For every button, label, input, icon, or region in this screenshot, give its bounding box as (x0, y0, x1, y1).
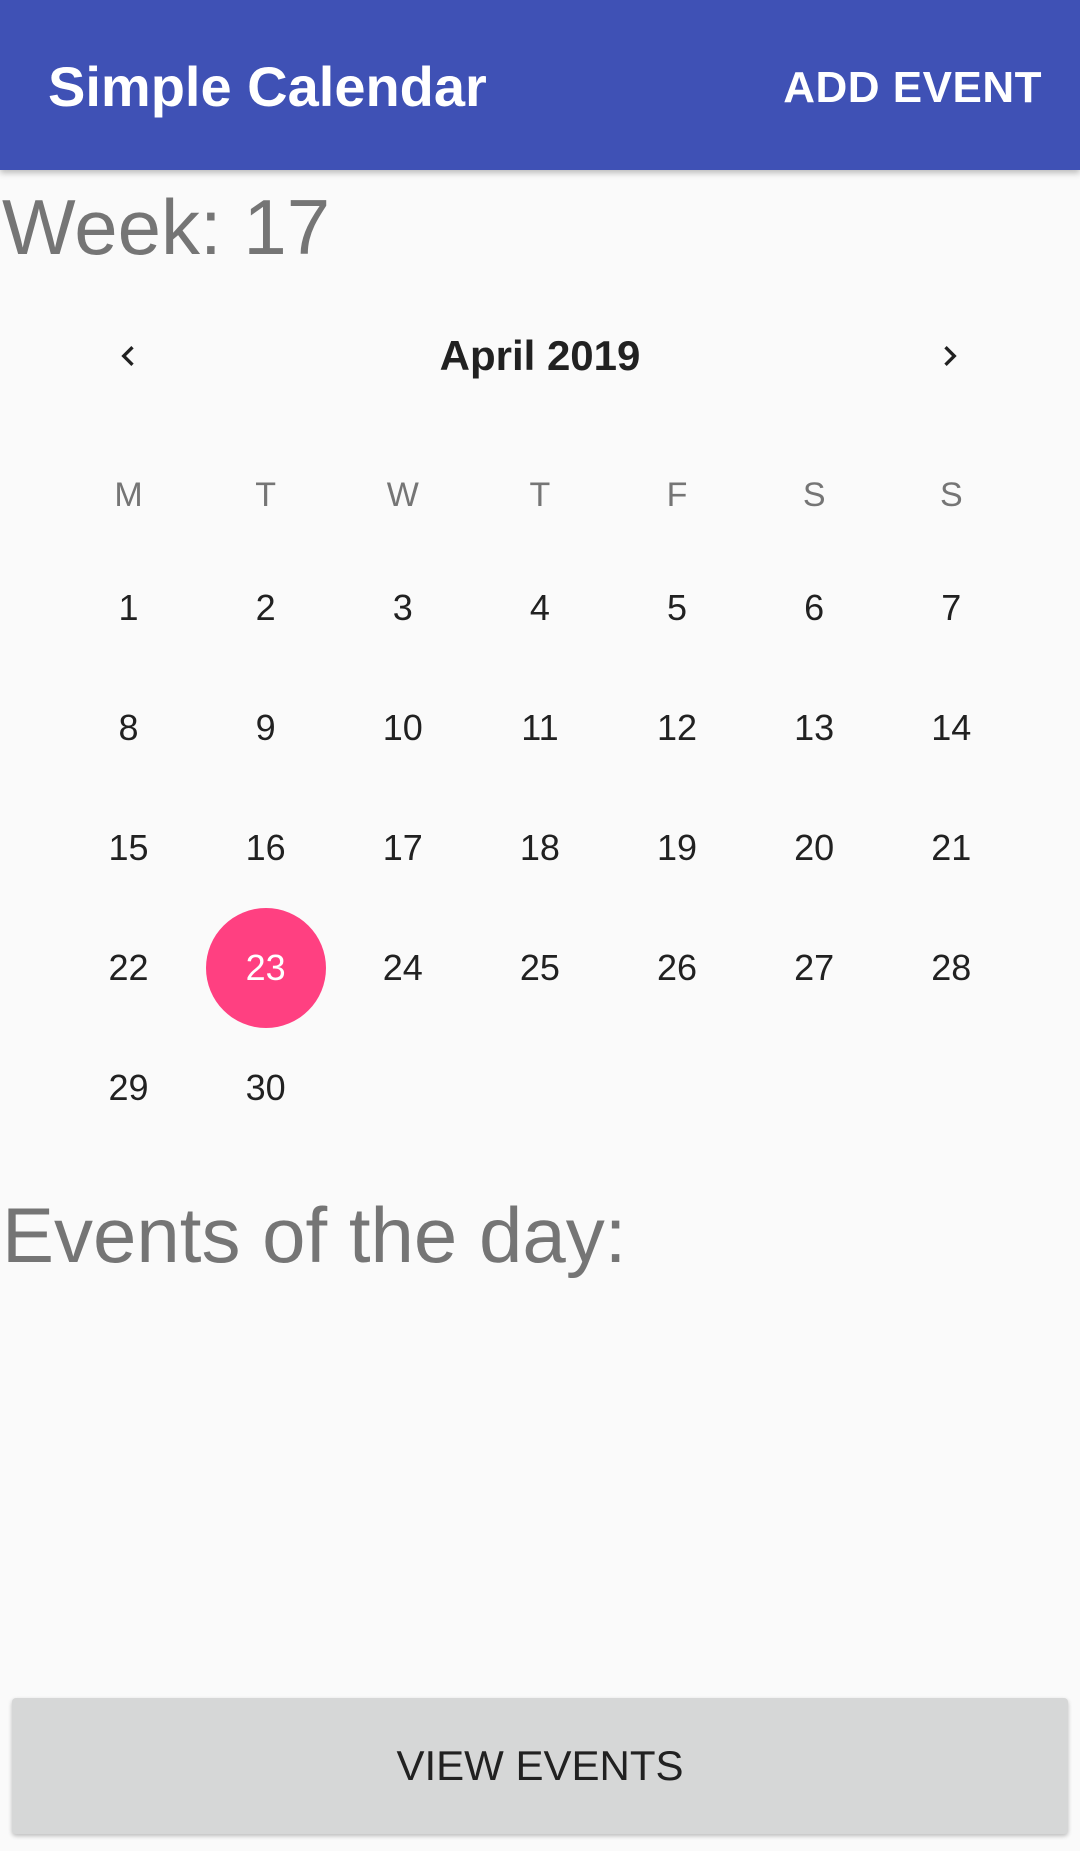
calendar-week-row: 22 23 24 25 26 27 28 (60, 908, 1020, 1028)
calendar-week-row: 1 2 3 4 5 6 7 (60, 548, 1020, 668)
calendar-week-row: 8 9 10 11 12 13 14 (60, 668, 1020, 788)
day-number: 12 (657, 707, 698, 748)
day-number (480, 1028, 600, 1148)
calendar-day[interactable]: 28 (883, 908, 1020, 1028)
calendar-day[interactable]: 30 (197, 1028, 334, 1148)
calendar-day-empty (746, 1028, 883, 1148)
day-number: 29 (108, 1067, 149, 1108)
calendar-day-empty (883, 1028, 1020, 1148)
calendar-day[interactable]: 17 (334, 788, 471, 908)
calendar-day[interactable]: 29 (60, 1028, 197, 1148)
day-number: 11 (521, 707, 559, 748)
calendar-day[interactable]: 5 (609, 548, 746, 668)
weekday-label: S (939, 476, 963, 514)
weekday-label: F (666, 476, 688, 514)
calendar-day-empty (471, 1028, 608, 1148)
add-event-button[interactable]: ADD EVENT (783, 60, 1042, 116)
day-number: 16 (245, 827, 286, 868)
calendar-day[interactable]: 10 (334, 668, 471, 788)
calendar-header: April 2019 (0, 320, 1080, 392)
day-number: 20 (794, 827, 835, 868)
calendar-week-row: 29 30 (60, 1028, 1020, 1148)
calendar-day-selected[interactable]: 23 (197, 908, 334, 1028)
day-number: 6 (804, 587, 825, 628)
calendar-day[interactable]: 6 (746, 548, 883, 668)
day-number (343, 1028, 463, 1148)
calendar-day[interactable]: 15 (60, 788, 197, 908)
day-number: 2 (255, 587, 276, 628)
calendar-day[interactable]: 22 (60, 908, 197, 1028)
calendar-day[interactable]: 21 (883, 788, 1020, 908)
day-number: 5 (667, 587, 688, 628)
app-bar: Simple Calendar ADD EVENT (0, 0, 1080, 170)
calendar-day[interactable]: 25 (471, 908, 608, 1028)
day-number (754, 1028, 874, 1148)
view-events-button[interactable]: VIEW EVENTS (12, 1698, 1068, 1834)
calendar-day[interactable]: 7 (883, 548, 1020, 668)
app-title: Simple Calendar (48, 55, 487, 118)
day-number (617, 1028, 737, 1148)
day-number: 28 (931, 947, 972, 988)
weekday-label: W (386, 476, 419, 514)
day-number: 19 (657, 827, 698, 868)
calendar-day[interactable]: 2 (197, 548, 334, 668)
day-number: 4 (529, 587, 550, 628)
calendar-day[interactable]: 8 (60, 668, 197, 788)
calendar-day[interactable]: 9 (197, 668, 334, 788)
calendar-day[interactable]: 18 (471, 788, 608, 908)
day-number: 13 (794, 707, 835, 748)
calendar-day-empty (609, 1028, 746, 1148)
calendar-day[interactable]: 13 (746, 668, 883, 788)
day-number: 25 (519, 947, 560, 988)
calendar-day[interactable]: 3 (334, 548, 471, 668)
day-number: 27 (794, 947, 835, 988)
day-number: 24 (382, 947, 423, 988)
weekday-label: T (255, 476, 277, 514)
day-number: 18 (519, 827, 560, 868)
day-number: 22 (108, 947, 149, 988)
calendar-day[interactable]: 14 (883, 668, 1020, 788)
day-number: 17 (382, 827, 423, 868)
day-number: 8 (118, 707, 139, 748)
calendar-day[interactable]: 12 (609, 668, 746, 788)
day-number: 3 (392, 587, 413, 628)
calendar-day[interactable]: 24 (334, 908, 471, 1028)
day-number: 30 (245, 1067, 286, 1108)
calendar-day-empty (334, 1028, 471, 1148)
weekday-label: T (529, 476, 551, 514)
calendar-day[interactable]: 4 (471, 548, 608, 668)
weekday-label: M (114, 476, 143, 514)
day-number: 14 (931, 707, 972, 748)
day-number: 7 (941, 587, 962, 628)
weekday-header: M T W T F S S (60, 470, 1020, 520)
day-number: 21 (931, 827, 972, 868)
day-number: 15 (108, 827, 149, 868)
weekday-label: S (802, 476, 826, 514)
calendar-day[interactable]: 1 (60, 548, 197, 668)
day-number: 1 (118, 587, 139, 628)
calendar-day[interactable]: 11 (471, 668, 608, 788)
calendar-day[interactable]: 19 (609, 788, 746, 908)
day-number: 23 (205, 908, 326, 1028)
day-number: 10 (382, 707, 423, 748)
calendar-day[interactable]: 27 (746, 908, 883, 1028)
day-number (891, 1028, 1011, 1148)
calendar-day[interactable]: 20 (746, 788, 883, 908)
calendar-week-row: 15 16 17 18 19 20 21 (60, 788, 1020, 908)
calendar-day[interactable]: 26 (609, 908, 746, 1028)
events-of-day-label: Events of the day: (2, 1191, 627, 1279)
day-number: 9 (255, 707, 276, 748)
calendar-day[interactable]: 16 (197, 788, 334, 908)
week-number-label: Week: 17 (2, 183, 331, 271)
day-number: 26 (657, 947, 698, 988)
chevron-right-icon[interactable] (914, 320, 986, 392)
